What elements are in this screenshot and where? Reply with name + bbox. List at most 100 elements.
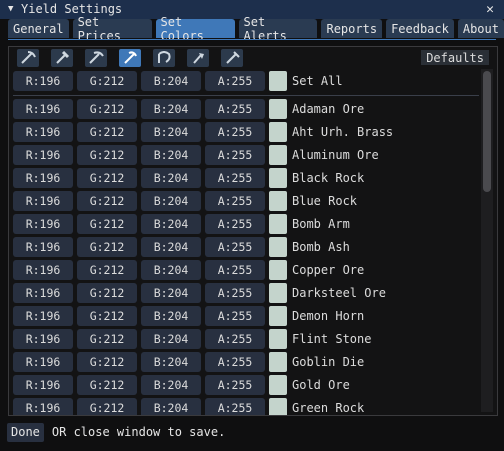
tab-set-colors[interactable]: Set Colors bbox=[155, 15, 235, 43]
red-channel-field[interactable]: R:196 bbox=[13, 214, 73, 234]
alpha-channel-field[interactable]: A:255 bbox=[205, 237, 265, 257]
alpha-channel-field[interactable]: A:255 bbox=[205, 398, 265, 415]
color-swatch[interactable] bbox=[269, 122, 287, 142]
blue-channel-field[interactable]: B:204 bbox=[141, 283, 201, 303]
green-channel-field[interactable]: G:212 bbox=[77, 352, 137, 372]
red-channel-field[interactable]: R:196 bbox=[13, 237, 73, 257]
collapse-triangle-icon[interactable]: ▼ bbox=[8, 0, 17, 19]
green-channel-field[interactable]: G:212 bbox=[77, 191, 137, 211]
blue-channel-field[interactable]: B:204 bbox=[141, 260, 201, 280]
red-channel-field[interactable]: R:196 bbox=[13, 375, 73, 395]
alpha-channel-field[interactable]: A:255 bbox=[205, 260, 265, 280]
tab-reports[interactable]: Reports bbox=[321, 19, 383, 38]
blue-channel-field[interactable]: B:204 bbox=[141, 168, 201, 188]
alpha-channel-field[interactable]: A:255 bbox=[205, 352, 265, 372]
sickle-icon[interactable] bbox=[153, 49, 175, 67]
item-label: Adaman Ore bbox=[292, 102, 365, 116]
color-swatch[interactable] bbox=[269, 145, 287, 165]
color-swatch[interactable] bbox=[269, 329, 287, 349]
alpha-channel-field[interactable]: A:255 bbox=[205, 168, 265, 188]
blue-channel-field[interactable]: B:204 bbox=[141, 398, 201, 415]
color-swatch[interactable] bbox=[269, 283, 287, 303]
blue-channel-field[interactable]: B:204 bbox=[141, 191, 201, 211]
color-swatch[interactable] bbox=[269, 99, 287, 119]
tab-set-alerts[interactable]: Set Alerts bbox=[238, 15, 318, 43]
red-channel-field[interactable]: R:196 bbox=[13, 283, 73, 303]
blue-channel-field[interactable]: B:204 bbox=[141, 99, 201, 119]
color-swatch[interactable] bbox=[269, 398, 287, 415]
color-swatch[interactable] bbox=[269, 237, 287, 257]
green-channel-field[interactable]: G:212 bbox=[77, 283, 137, 303]
item-label: Blue Rock bbox=[292, 194, 358, 208]
axe-icon[interactable] bbox=[187, 49, 209, 67]
tab-underline bbox=[8, 39, 496, 40]
red-channel-field[interactable]: R:196 bbox=[13, 398, 73, 415]
red-channel-field[interactable]: R:196 bbox=[13, 145, 73, 165]
green-channel-field[interactable]: G:212 bbox=[77, 237, 137, 257]
pickaxe-icon-2[interactable] bbox=[51, 49, 73, 67]
set-all-alpha[interactable]: A:255 bbox=[205, 71, 265, 91]
blue-channel-field[interactable]: B:204 bbox=[141, 375, 201, 395]
green-channel-field[interactable]: G:212 bbox=[77, 99, 137, 119]
tab-feedback[interactable]: Feedback bbox=[386, 19, 454, 38]
done-button[interactable]: Done bbox=[7, 422, 44, 442]
set-all-swatch[interactable] bbox=[269, 71, 287, 91]
green-channel-field[interactable]: G:212 bbox=[77, 306, 137, 326]
colors-panel: Defaults R:196 G:212 B:204 A:255 Set All… bbox=[8, 46, 498, 416]
blue-channel-field[interactable]: B:204 bbox=[141, 122, 201, 142]
red-channel-field[interactable]: R:196 bbox=[13, 329, 73, 349]
footer: Done OR close window to save. bbox=[0, 419, 504, 445]
pickaxe-icon-4[interactable] bbox=[119, 49, 141, 67]
alpha-channel-field[interactable]: A:255 bbox=[205, 329, 265, 349]
set-all-red[interactable]: R:196 bbox=[13, 71, 73, 91]
green-channel-field[interactable]: G:212 bbox=[77, 145, 137, 165]
blue-channel-field[interactable]: B:204 bbox=[141, 329, 201, 349]
tab-set-prices[interactable]: Set Prices bbox=[72, 15, 152, 43]
blue-channel-field[interactable]: B:204 bbox=[141, 145, 201, 165]
alpha-channel-field[interactable]: A:255 bbox=[205, 375, 265, 395]
green-channel-field[interactable]: G:212 bbox=[77, 122, 137, 142]
color-swatch[interactable] bbox=[269, 168, 287, 188]
color-swatch[interactable] bbox=[269, 306, 287, 326]
scrollbar-thumb[interactable] bbox=[483, 71, 491, 192]
red-channel-field[interactable]: R:196 bbox=[13, 306, 73, 326]
alpha-channel-field[interactable]: A:255 bbox=[205, 214, 265, 234]
pickaxe-icon-3[interactable] bbox=[85, 49, 107, 67]
green-channel-field[interactable]: G:212 bbox=[77, 375, 137, 395]
pickaxe-icon-1[interactable] bbox=[17, 49, 39, 67]
green-channel-field[interactable]: G:212 bbox=[77, 398, 137, 415]
blue-channel-field[interactable]: B:204 bbox=[141, 237, 201, 257]
red-channel-field[interactable]: R:196 bbox=[13, 191, 73, 211]
alpha-channel-field[interactable]: A:255 bbox=[205, 306, 265, 326]
alpha-channel-field[interactable]: A:255 bbox=[205, 191, 265, 211]
alpha-channel-field[interactable]: A:255 bbox=[205, 99, 265, 119]
red-channel-field[interactable]: R:196 bbox=[13, 168, 73, 188]
alpha-channel-field[interactable]: A:255 bbox=[205, 283, 265, 303]
set-all-blue[interactable]: B:204 bbox=[141, 71, 201, 91]
green-channel-field[interactable]: G:212 bbox=[77, 214, 137, 234]
scrollbar[interactable] bbox=[481, 69, 493, 412]
green-channel-field[interactable]: G:212 bbox=[77, 260, 137, 280]
pick-icon[interactable] bbox=[221, 49, 243, 67]
red-channel-field[interactable]: R:196 bbox=[13, 260, 73, 280]
red-channel-field[interactable]: R:196 bbox=[13, 352, 73, 372]
alpha-channel-field[interactable]: A:255 bbox=[205, 122, 265, 142]
green-channel-field[interactable]: G:212 bbox=[77, 168, 137, 188]
color-swatch[interactable] bbox=[269, 191, 287, 211]
color-swatch[interactable] bbox=[269, 260, 287, 280]
tab-general[interactable]: General bbox=[8, 19, 69, 38]
red-channel-field[interactable]: R:196 bbox=[13, 99, 73, 119]
green-channel-field[interactable]: G:212 bbox=[77, 329, 137, 349]
defaults-button[interactable]: Defaults bbox=[421, 50, 489, 65]
red-channel-field[interactable]: R:196 bbox=[13, 122, 73, 142]
color-swatch[interactable] bbox=[269, 375, 287, 395]
blue-channel-field[interactable]: B:204 bbox=[141, 214, 201, 234]
color-swatch[interactable] bbox=[269, 214, 287, 234]
close-button[interactable]: ✕ bbox=[482, 1, 498, 17]
set-all-green[interactable]: G:212 bbox=[77, 71, 137, 91]
blue-channel-field[interactable]: B:204 bbox=[141, 352, 201, 372]
alpha-channel-field[interactable]: A:255 bbox=[205, 145, 265, 165]
color-swatch[interactable] bbox=[269, 352, 287, 372]
tab-about[interactable]: About bbox=[457, 19, 504, 38]
blue-channel-field[interactable]: B:204 bbox=[141, 306, 201, 326]
